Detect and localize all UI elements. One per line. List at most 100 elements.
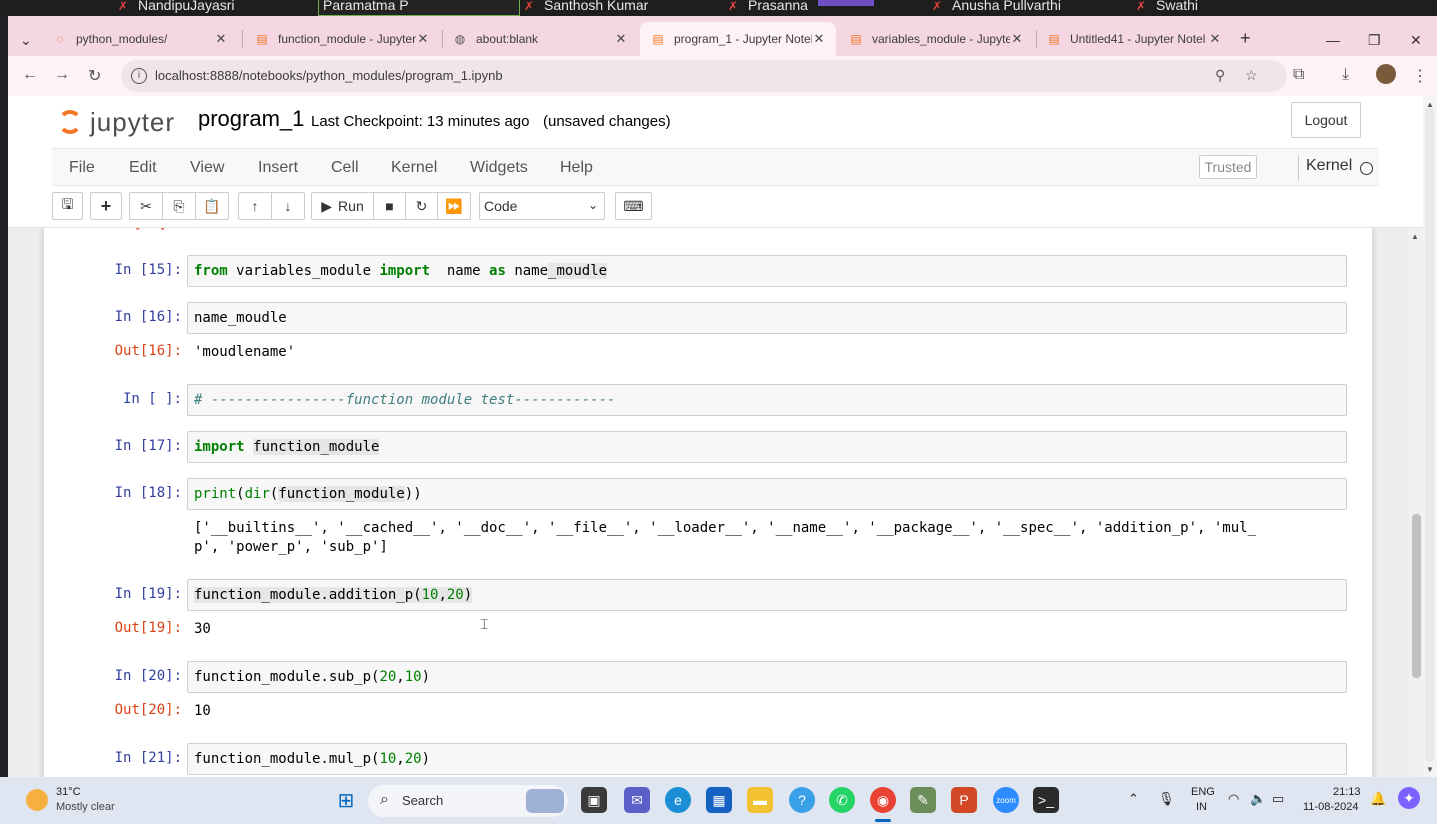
weather-temperature[interactable]: 31°C	[56, 786, 81, 798]
zoom-app-icon[interactable]: zoom	[993, 787, 1019, 813]
reload-icon[interactable]: ↻	[88, 66, 101, 86]
url-text[interactable]: localhost:8888/notebooks/python_modules/…	[155, 68, 503, 83]
jupyter-logo[interactable]: jupyter	[56, 104, 184, 140]
battery-icon[interactable]: ▭	[1272, 791, 1284, 807]
menu-help[interactable]: Help	[560, 159, 593, 177]
edge-browser-icon[interactable]: e	[665, 787, 691, 813]
browser-tab[interactable]: ◌ python_modules/ ✕	[42, 22, 238, 56]
browser-tab[interactable]: ▤ Untitled41 - Jupyter Notel ✕	[1036, 22, 1232, 56]
close-window-icon[interactable]: ✕	[1410, 32, 1422, 49]
code-cell-input[interactable]: name_moudle	[187, 302, 1347, 334]
site-info-icon[interactable]: i	[131, 68, 147, 84]
microphone-icon[interactable]: 🎙	[1158, 791, 1175, 807]
weather-description[interactable]: Mostly clear	[56, 801, 115, 813]
wifi-icon[interactable]: ◠	[1228, 791, 1239, 807]
menu-insert[interactable]: Insert	[258, 159, 298, 177]
teams-chat-icon[interactable]: ✉	[624, 787, 650, 813]
close-tab-icon[interactable]: ✕	[214, 31, 228, 47]
input-language[interactable]: ENG	[1191, 786, 1215, 798]
run-button[interactable]: ▶ Run	[312, 193, 374, 219]
downloads-icon[interactable]: ⤓	[1342, 66, 1349, 84]
menu-kernel[interactable]: Kernel	[391, 159, 437, 177]
copilot-icon[interactable]: ✦	[1398, 787, 1420, 809]
browser-tab-active[interactable]: ▤ program_1 - Jupyter Notel ✕	[640, 22, 836, 56]
save-button[interactable]: 🖫	[52, 192, 83, 220]
move-up-button[interactable]: ↑	[239, 193, 272, 219]
terminal-icon[interactable]: >_	[1033, 787, 1059, 813]
participant-tile[interactable]: ✗ Santhosh Kumar	[524, 0, 694, 16]
python-icon[interactable]: ?	[789, 787, 815, 813]
paste-button[interactable]: 📋	[196, 193, 228, 219]
speaker-icon[interactable]: 🔈	[1250, 791, 1266, 807]
zoom-icon[interactable]: ⚲	[1215, 67, 1225, 84]
participant-tile[interactable]: ✗ Prasanna	[728, 0, 908, 16]
menu-cell[interactable]: Cell	[331, 159, 359, 177]
code-cell-input[interactable]: import function_module	[187, 431, 1347, 463]
notification-bell-icon[interactable]: 🔔	[1370, 791, 1386, 807]
menu-view[interactable]: View	[190, 159, 224, 177]
menu-widgets[interactable]: Widgets	[470, 159, 528, 177]
cell-type-select[interactable]: Code ⌄	[479, 192, 605, 220]
close-tab-icon[interactable]: ✕	[1010, 31, 1024, 47]
participant-tile[interactable]: ✗ Swathi	[1136, 0, 1316, 16]
browser-tab[interactable]: ◍ about:blank ✕	[442, 22, 638, 56]
windows-start-icon[interactable]: ⊞	[333, 787, 359, 813]
extensions-puzzle-icon[interactable]: ⧉	[1293, 66, 1304, 84]
clock-time[interactable]: 21:13	[1333, 786, 1361, 798]
weather-moon-icon[interactable]	[26, 789, 48, 811]
microsoft-store-icon[interactable]: ▦	[706, 787, 732, 813]
show-hidden-icons-chevron-icon[interactable]: ⌃	[1128, 791, 1139, 807]
menu-file[interactable]: File	[69, 159, 95, 177]
powerpoint-icon[interactable]: P	[951, 787, 977, 813]
bookmark-star-icon[interactable]: ☆	[1245, 67, 1258, 84]
trusted-indicator[interactable]: Trusted	[1199, 155, 1257, 179]
participant-tile[interactable]: ✗ Anusha Pullvarthi	[932, 0, 1112, 16]
back-arrow-icon[interactable]: ←	[22, 66, 38, 84]
participant-tile[interactable]: ✗ NandipuJayasri	[118, 0, 278, 16]
file-explorer-dark-icon[interactable]: ▣	[581, 787, 607, 813]
interrupt-button[interactable]: ■	[374, 193, 406, 219]
menu-edit[interactable]: Edit	[129, 159, 157, 177]
close-tab-icon[interactable]: ✕	[614, 31, 628, 47]
code-cell-input[interactable]: function_module.sub_p(20,10)	[187, 661, 1347, 693]
close-tab-icon[interactable]: ✕	[812, 31, 826, 47]
code-cell-input[interactable]: print(dir(function_module))	[187, 478, 1347, 510]
close-tab-icon[interactable]: ✕	[416, 31, 430, 47]
file-explorer-icon[interactable]: ▬	[747, 787, 773, 813]
chrome-icon[interactable]: ◉	[870, 787, 896, 813]
close-tab-icon[interactable]: ✕	[1208, 31, 1222, 47]
notebook-name[interactable]: program_1	[198, 106, 304, 132]
taskbar-search[interactable]: ⌕ Search	[368, 785, 568, 817]
insert-cell-button[interactable]: +	[90, 192, 122, 220]
copy-button[interactable]: ⎘	[163, 193, 196, 219]
participant-tile-active[interactable]: Paramatma P	[318, 0, 520, 16]
tab-search-chevron-icon[interactable]: ⌄	[20, 32, 32, 49]
whatsapp-icon[interactable]: ✆	[829, 787, 855, 813]
more-menu-icon[interactable]: ⋮	[1412, 66, 1428, 86]
browser-tab[interactable]: ▤ variables_module - Jupyter ✕	[838, 22, 1034, 56]
profile-avatar[interactable]	[1376, 64, 1396, 84]
notebook-scrollbar[interactable]: ▲	[1410, 228, 1423, 777]
clock-date[interactable]: 11-08-2024	[1303, 801, 1358, 813]
input-region[interactable]: IN	[1196, 801, 1207, 813]
code-cell-input[interactable]: function_module.mul_p(10,20)	[187, 743, 1347, 775]
restart-run-all-button[interactable]: ⏩	[438, 193, 470, 219]
forward-arrow-icon[interactable]: →	[54, 66, 70, 84]
restart-button[interactable]: ↻	[406, 193, 438, 219]
code-cell-input-selected[interactable]: function_module.addition_p(10,20)	[187, 579, 1347, 611]
move-down-button[interactable]: ↓	[272, 193, 304, 219]
scroll-down-arrow-icon[interactable]: ▼	[1426, 765, 1434, 774]
paint-icon[interactable]: ✎	[910, 787, 936, 813]
scrollbar-thumb[interactable]	[1412, 514, 1421, 678]
address-bar[interactable]: i localhost:8888/notebooks/python_module…	[121, 60, 1287, 92]
new-tab-plus-icon[interactable]: +	[1240, 28, 1251, 49]
command-palette-button[interactable]: ⌨	[615, 192, 652, 220]
browser-tab[interactable]: ▤ function_module - Jupyter ✕	[244, 22, 440, 56]
page-scrollbar[interactable]: ▲ ▼	[1423, 96, 1437, 777]
logout-button[interactable]: Logout	[1291, 102, 1361, 138]
restore-window-icon[interactable]: ❐	[1368, 32, 1381, 49]
minimize-icon[interactable]: —	[1326, 32, 1340, 48]
scroll-up-arrow-icon[interactable]: ▲	[1411, 232, 1419, 241]
code-cell-input[interactable]: # ----------------function module test--…	[187, 384, 1347, 416]
code-cell-input[interactable]: from variables_module import name as nam…	[187, 255, 1347, 287]
